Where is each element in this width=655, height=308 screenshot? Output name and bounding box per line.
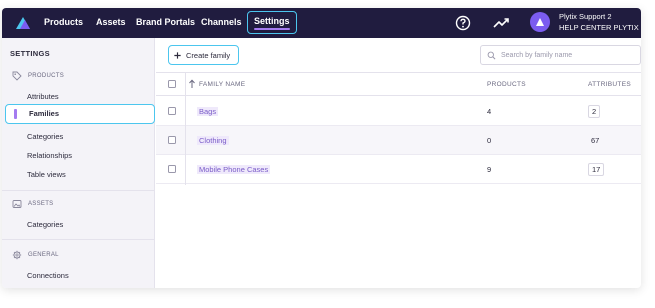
sidebar-section-general: GENERAL — [12, 250, 59, 260]
active-indicator — [14, 109, 17, 119]
avatar-logo-icon — [536, 18, 544, 26]
products-count: 9 — [487, 165, 492, 174]
nav-brand-portals[interactable]: Brand Portals — [136, 17, 195, 27]
plytix-logo-icon[interactable] — [14, 14, 32, 32]
products-count: 0 — [487, 136, 492, 145]
column-header-family-name[interactable]: FAMILY NAME — [199, 81, 245, 88]
sidebar-divider — [2, 239, 155, 240]
sidebar-divider — [2, 190, 155, 191]
sidebar-item-connections[interactable]: Connections — [27, 271, 69, 280]
row-checkbox[interactable] — [168, 165, 176, 173]
user-name[interactable]: Plytix Support 2 — [559, 12, 612, 21]
user-organization[interactable]: HELP CENTER PLYTIX — [559, 23, 639, 32]
search-placeholder: Search by family name — [501, 51, 573, 59]
nav-assets[interactable]: Assets — [96, 17, 126, 27]
sidebar-item-table-views[interactable]: Table views — [27, 170, 66, 179]
activity-icon[interactable] — [492, 14, 510, 32]
sidebar-item-asset-categories[interactable]: Categories — [27, 220, 63, 229]
active-nav-underline — [254, 28, 290, 30]
table-row[interactable]: Mobile Phone Cases 9 17 — [156, 155, 641, 184]
sort-arrow-icon[interactable] — [188, 79, 196, 89]
avatar[interactable] — [530, 12, 550, 32]
search-input[interactable]: Search by family name — [480, 45, 641, 65]
sidebar-section-label: ASSETS — [28, 201, 54, 207]
column-header-products[interactable]: PRODUCTS — [487, 81, 526, 88]
app-window: Products Assets Brand Portals Channels S… — [2, 8, 641, 288]
create-family-label: Create family — [186, 50, 231, 60]
attributes-count-badge: 2 — [588, 105, 601, 118]
column-divider — [185, 72, 186, 185]
family-name-link[interactable]: Bags — [197, 107, 219, 116]
image-icon — [12, 200, 22, 208]
help-circle-icon[interactable] — [454, 14, 472, 32]
nav-settings-label: Settings — [254, 16, 290, 26]
sidebar-item-relationships[interactable]: Relationships — [27, 151, 72, 160]
column-header-attributes[interactable]: ATTRIBUTES — [588, 81, 631, 88]
sidebar-section-assets: ASSETS — [12, 199, 53, 209]
table-header: FAMILY NAME PRODUCTS ATTRIBUTES — [156, 72, 641, 96]
products-count: 4 — [487, 107, 492, 116]
create-family-button[interactable]: Create family — [168, 45, 240, 65]
plus-icon — [174, 51, 181, 59]
top-navigation-bar: Products Assets Brand Portals Channels S… — [2, 8, 641, 38]
sidebar-section-products: PRODUCTS — [12, 71, 64, 81]
attributes-count-badge: 17 — [588, 163, 605, 176]
attributes-count: 67 — [591, 136, 600, 145]
table-row[interactable]: Bags 4 2 — [156, 97, 641, 126]
sidebar-item-families[interactable]: Families — [5, 104, 155, 124]
gear-icon — [12, 250, 22, 260]
sidebar-item-label: Families — [29, 109, 60, 118]
tag-icon — [12, 71, 22, 81]
family-name-link[interactable]: Clothing — [197, 136, 229, 145]
select-all-checkbox[interactable] — [168, 80, 176, 88]
row-checkbox[interactable] — [168, 107, 176, 115]
nav-products[interactable]: Products — [44, 17, 83, 27]
sidebar-section-label: PRODUCTS — [28, 73, 65, 79]
sidebar-section-label: GENERAL — [28, 252, 59, 258]
nav-channels[interactable]: Channels — [201, 17, 242, 27]
sidebar-item-attributes[interactable]: Attributes — [27, 92, 59, 101]
family-name-link[interactable]: Mobile Phone Cases — [197, 165, 271, 174]
sidebar-item-categories[interactable]: Categories — [27, 132, 63, 141]
main-content: Create family Search by family name FAMI… — [156, 38, 641, 288]
search-icon — [487, 51, 496, 59]
row-checkbox[interactable] — [168, 136, 176, 144]
table-row[interactable]: Clothing 0 67 — [156, 126, 641, 155]
nav-settings[interactable]: Settings — [247, 11, 297, 34]
sidebar-title: SETTINGS — [10, 49, 50, 58]
settings-sidebar: SETTINGS PRODUCTS Attributes Families Ca… — [2, 38, 155, 288]
